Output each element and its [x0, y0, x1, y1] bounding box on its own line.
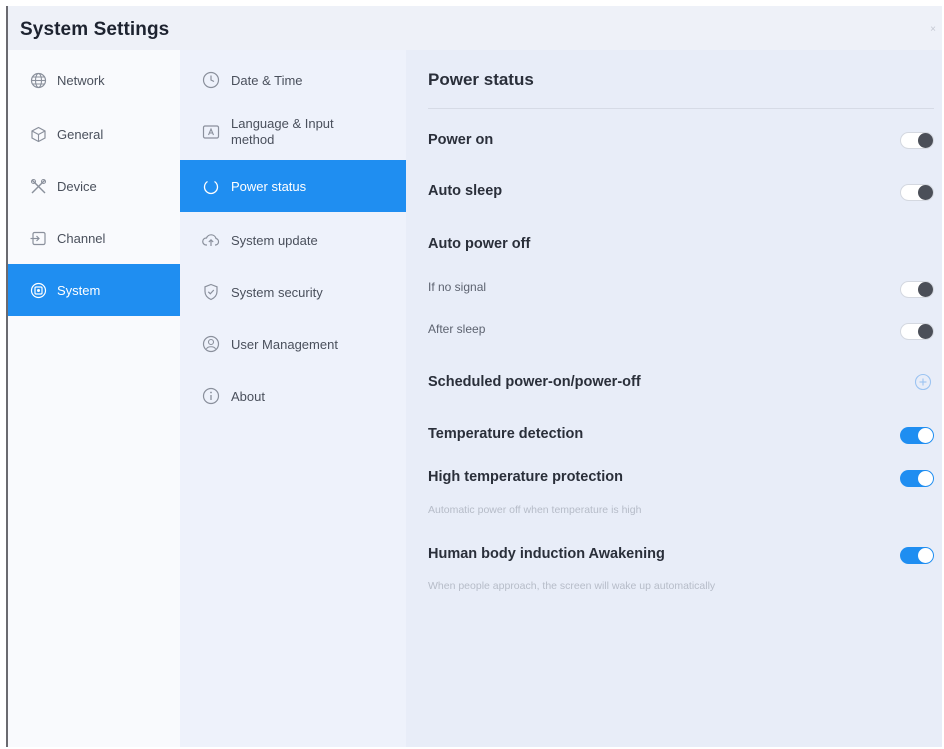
temperature-detection-toggle[interactable] [900, 427, 934, 444]
shield-icon [202, 283, 220, 301]
sidebar-item-system[interactable]: System [8, 264, 180, 316]
after-sleep-label: After sleep [428, 322, 486, 336]
toggle-knob [918, 185, 933, 200]
page-title: Power status [428, 70, 534, 89]
human-body-induction-toggle[interactable] [900, 547, 934, 564]
submenu-item-language-input[interactable]: Language & Input method [180, 106, 406, 158]
window-title: System Settings [20, 19, 170, 40]
sidebar-item-device[interactable]: Device [8, 160, 180, 212]
sidebar-item-label: General [57, 126, 104, 142]
input-source-icon [30, 230, 47, 247]
high-temp-protection-label: High temperature protection [428, 469, 623, 485]
close-button[interactable]: × [930, 24, 936, 35]
power-on-toggle[interactable] [900, 132, 934, 149]
cube-icon [30, 126, 47, 143]
submenu-item-label: User Management [231, 336, 338, 352]
toggle-knob [918, 471, 933, 486]
sidebar-item-label: Device [57, 178, 97, 194]
toggle-knob [918, 133, 933, 148]
submenu-item-label-line2: method [231, 132, 275, 147]
if-no-signal-label: If no signal [428, 280, 487, 294]
settings-window: System Settings × Network General Device [6, 6, 942, 747]
auto-sleep-label: Auto sleep [428, 183, 503, 199]
power-status-panel: Power status Power on Auto sleep Auto po… [406, 50, 942, 747]
system-icon [30, 282, 47, 299]
clock-icon [202, 71, 220, 89]
high-temp-protection-toggle[interactable] [900, 470, 934, 487]
submenu-item-power-status[interactable]: Power status [180, 160, 406, 212]
tools-icon [30, 178, 47, 195]
auto-power-off-label: Auto power off [428, 236, 531, 252]
sidebar-item-label: Network [57, 72, 105, 88]
submenu-item-system-update[interactable]: System update [180, 214, 406, 266]
power-on-label: Power on [428, 132, 494, 148]
human-body-induction-description: When people approach, the screen will wa… [428, 580, 716, 592]
after-sleep-toggle[interactable] [900, 323, 934, 340]
title-bar: System Settings × [8, 6, 942, 50]
submenu-item-label: System update [231, 232, 318, 248]
add-circle-icon[interactable] [914, 373, 932, 391]
divider [428, 108, 934, 109]
submenu-item-date-time[interactable]: Date & Time [180, 54, 406, 106]
submenu-item-about[interactable]: About [180, 370, 406, 422]
user-icon [202, 335, 220, 353]
scheduled-power-label: Scheduled power-on/power-off [428, 374, 641, 390]
toggle-knob [918, 548, 933, 563]
sidebar-item-channel[interactable]: Channel [8, 212, 180, 264]
auto-sleep-toggle[interactable] [900, 184, 934, 201]
high-temp-protection-description: Automatic power off when temperature is … [428, 504, 642, 516]
category-sidebar: Network General Device Channel System [8, 50, 180, 747]
sidebar-item-label: Channel [57, 230, 106, 246]
system-submenu: Date & Time Language & Input method Powe… [180, 50, 406, 747]
submenu-item-system-security[interactable]: System security [180, 266, 406, 318]
submenu-item-label: Language & Input [231, 116, 334, 131]
temperature-detection-label: Temperature detection [428, 426, 584, 442]
submenu-item-label: System security [231, 284, 323, 300]
submenu-item-user-management[interactable]: User Management [180, 318, 406, 370]
human-body-induction-label: Human body induction Awakening [428, 546, 665, 562]
sidebar-item-network[interactable]: Network [8, 54, 180, 106]
toggle-knob [918, 282, 933, 297]
if-no-signal-toggle[interactable] [900, 281, 934, 298]
submenu-item-label: Power status [231, 178, 307, 194]
info-icon [202, 387, 220, 405]
toggle-knob [918, 324, 933, 339]
globe-icon [30, 72, 47, 89]
power-icon [202, 177, 220, 195]
cloud-upload-icon [202, 231, 220, 249]
keyboard-icon [202, 123, 220, 141]
sidebar-item-general[interactable]: General [8, 108, 180, 160]
toggle-knob [918, 428, 933, 443]
submenu-item-label: About [231, 388, 265, 404]
sidebar-item-label: System [57, 282, 101, 298]
submenu-item-label: Date & Time [231, 72, 303, 88]
